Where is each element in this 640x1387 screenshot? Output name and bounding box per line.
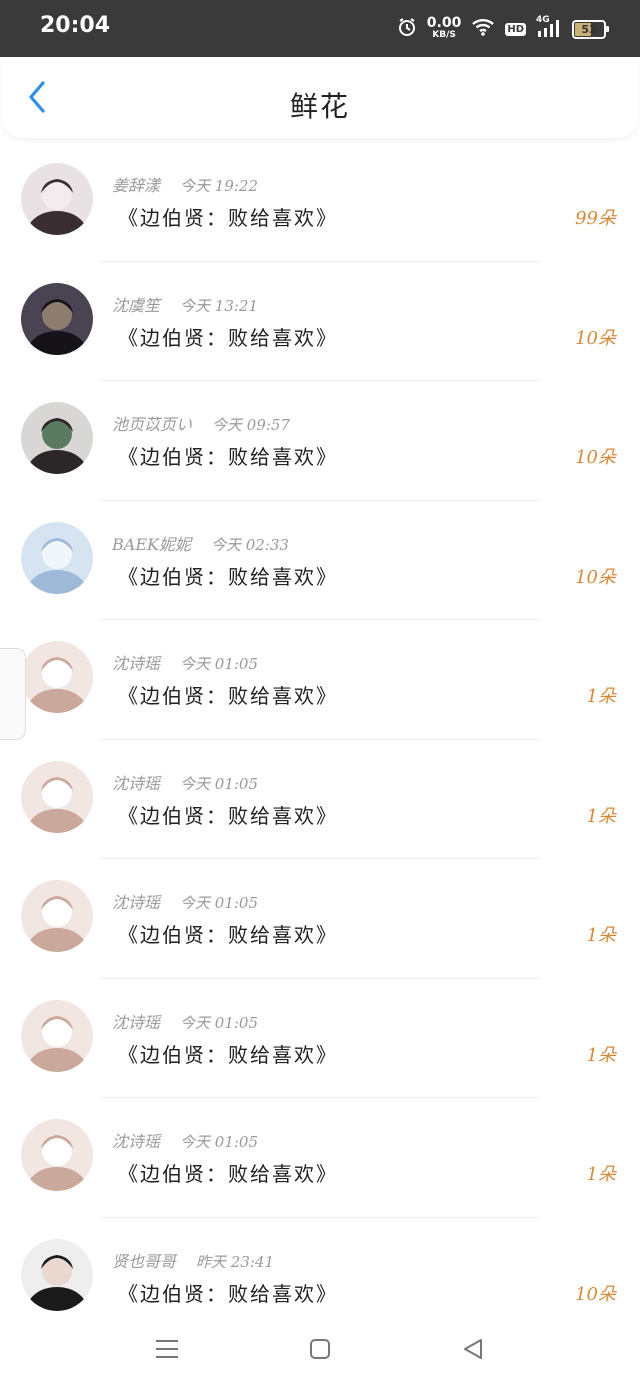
menu-button[interactable] [149,1333,185,1369]
flower-count: 10朵 [575,1283,616,1305]
sender-line: 贤也哥哥 昨天 23:41 [112,1248,274,1272]
sender-line: 姜辞漾 今天 19:22 [112,172,258,196]
send-time: 今天 01:05 [180,655,259,673]
flower-count: 99朵 [575,208,616,229]
sender-line: BAEK妮妮 今天 02:33 [112,531,289,555]
list-item[interactable]: 池页苡页い 今天 09:57 《边伯贤：败给喜欢》 10朵 [0,381,640,501]
send-time: 今天 02:33 [210,535,289,554]
avatar[interactable] [21,282,93,355]
system-back-button[interactable] [455,1333,491,1369]
sender-name[interactable]: BAEK妮妮 [112,535,191,554]
sender-line: 沈诗瑶 今天 01:05 [112,889,258,913]
back-triangle-icon [461,1337,485,1365]
flower-count: 10朵 [575,327,616,349]
sender-line: 沈虞笙 今天 13:21 [112,292,258,316]
sender-line: 沈诗瑶 今天 01:05 [112,1128,258,1152]
send-time: 今天 13:21 [180,296,259,315]
list-item[interactable]: 沈诗瑶 今天 01:05 《边伯贤：败给喜欢》 1朵 [0,859,640,979]
work-title[interactable]: 《边伯贤：败给喜欢》 [118,322,338,351]
avatar[interactable] [21,760,93,833]
flower-count: 1朵 [586,805,616,827]
list-item[interactable]: 沈诗瑶 今天 01:05 《边伯贤：败给喜欢》 1朵 [0,979,640,1098]
flower-count: 1朵 [586,1164,616,1185]
flower-list: 姜辞漾 今天 19:22 《边伯贤：败给喜欢》 99朵沈虞笙 今天 13:21 《边伯贤：… [0,142,640,1337]
avatar[interactable] [21,999,93,1072]
list-item[interactable]: BAEK妮妮 今天 02:33 《边伯贤：败给喜欢》 10朵 [0,501,640,620]
sender-line: 池页苡页い 今天 09:57 [112,411,290,435]
sender-line: 沈诗瑶 今天 01:05 [112,770,258,794]
hd-badge: HD [505,22,526,36]
home-square-icon [308,1337,332,1365]
work-title[interactable]: 《边伯贤：败给喜欢》 [118,680,338,709]
avatar[interactable] [21,521,93,594]
flower-count: 1朵 [586,1044,616,1066]
battery-label: 53 [581,22,597,36]
send-time: 今天 19:22 [180,177,259,195]
sender-line: 沈诗瑶 今天 01:05 [112,1009,258,1033]
status-indicators: 0.00 KB/S HD 4G 53 [397,14,609,44]
net-speed: 0.00 KB/S [426,15,462,41]
work-title[interactable]: 《边伯贤：败给喜欢》 [118,202,338,231]
status-time: 20:04 [40,13,111,38]
flower-count: 10朵 [575,447,616,468]
sender-name[interactable]: 池页苡页い [112,415,192,434]
sender-name[interactable]: 沈诗瑶 [112,654,160,673]
navigation-bar [0,1315,640,1387]
send-time: 今天 01:05 [180,1133,259,1151]
sender-name[interactable]: 沈诗瑶 [112,1013,160,1032]
work-title[interactable]: 《边伯贤：败给喜欢》 [118,1158,338,1187]
net-speed-value: 0.00 [426,15,462,31]
sender-name[interactable]: 姜辞漾 [112,176,160,195]
signal-icon: 4G [536,15,562,39]
list-item[interactable]: 姜辞漾 今天 19:22 《边伯贤：败给喜欢》 99朵 [0,142,640,262]
sender-name[interactable]: 贤也哥哥 [112,1252,176,1271]
net-speed-unit: KB/S [432,30,456,40]
flower-count: 10朵 [575,566,616,588]
sender-name[interactable]: 沈诗瑶 [112,1132,160,1151]
status-bar: 20:04 0.00 KB/S HD 4G 53 [0,0,640,57]
work-title[interactable]: 《边伯贤：败给喜欢》 [118,800,338,829]
send-time: 今天 01:05 [180,894,259,912]
page-title: 鲜花 [289,90,350,123]
send-time: 今天 01:05 [180,774,259,793]
sender-line: 沈诗瑶 今天 01:05 [112,650,258,674]
battery-icon: 53 [572,19,609,39]
list-item[interactable]: 沈虞笙 今天 13:21 《边伯贤：败给喜欢》 10朵 [0,262,640,381]
avatar[interactable] [21,163,93,235]
avatar[interactable] [21,402,93,474]
network-type: 4G [536,15,550,25]
send-time: 今天 09:57 [212,416,291,434]
flower-count: 1朵 [586,925,616,946]
sender-name[interactable]: 沈虞笙 [112,296,160,315]
avatar[interactable] [21,641,93,713]
sender-name[interactable]: 沈诗瑶 [112,774,160,793]
work-title[interactable]: 《边伯贤：败给喜欢》 [118,441,338,470]
work-title[interactable]: 《边伯贤：败给喜欢》 [118,919,338,948]
work-title[interactable]: 《边伯贤：败给喜欢》 [118,1278,338,1307]
menu-icon [154,1338,180,1364]
header: 鲜花 [2,58,638,138]
work-title[interactable]: 《边伯贤：败给喜欢》 [118,561,338,590]
wifi-icon [471,17,495,41]
avatar[interactable] [21,1238,93,1311]
alarm-icon [397,17,417,41]
list-item[interactable]: 沈诗瑶 今天 01:05 《边伯贤：败给喜欢》 1朵 [0,740,640,859]
sender-name[interactable]: 沈诗瑶 [112,893,160,912]
list-item[interactable]: 沈诗瑶 今天 01:05 《边伯贤：败给喜欢》 1朵 [0,1098,640,1218]
flower-count: 1朵 [586,686,616,707]
side-floating-tab[interactable] [0,648,26,740]
list-item[interactable]: 沈诗瑶 今天 01:05 《边伯贤：败给喜欢》 1朵 [0,620,640,740]
send-time: 昨天 23:41 [196,1252,275,1271]
work-title[interactable]: 《边伯贤：败给喜欢》 [118,1039,338,1068]
send-time: 今天 01:05 [180,1013,259,1032]
avatar[interactable] [21,880,93,952]
home-button[interactable] [302,1333,338,1369]
avatar[interactable] [21,1119,93,1191]
